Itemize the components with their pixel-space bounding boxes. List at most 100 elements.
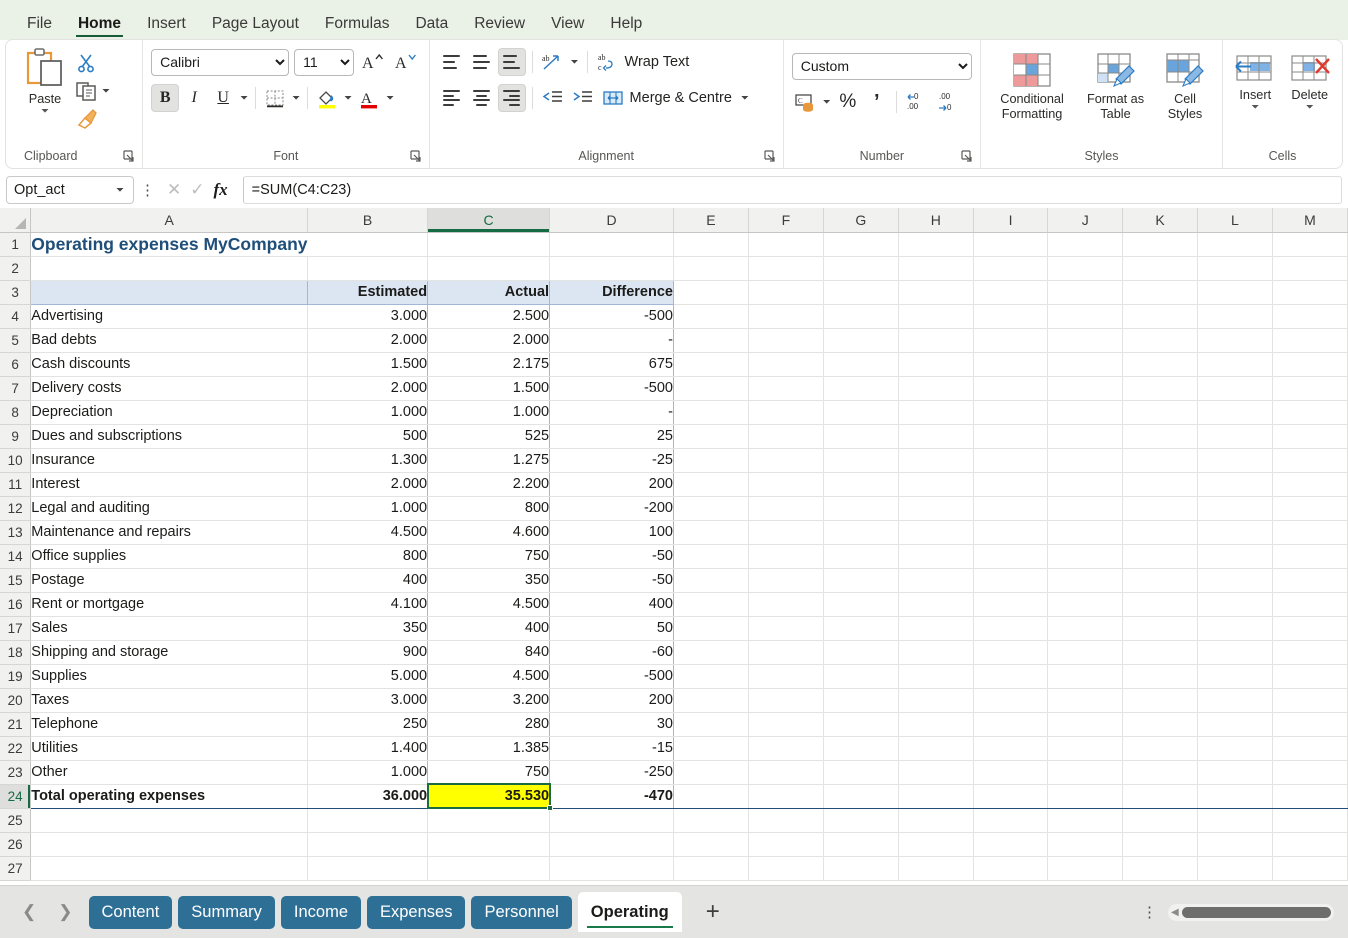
column-header-a[interactable]: A — [30, 208, 308, 233]
cell-G10[interactable] — [823, 448, 899, 473]
cell-A2[interactable] — [30, 256, 308, 281]
sheet-tab-operating[interactable]: Operating — [577, 892, 682, 932]
cell-A27[interactable] — [30, 856, 308, 881]
cell-E27[interactable] — [673, 856, 749, 881]
cell-I20[interactable] — [973, 688, 1049, 713]
cell-D21[interactable]: 30 — [549, 712, 674, 737]
cell-A8[interactable]: Depreciation — [30, 400, 308, 425]
font-dialog-launcher-icon[interactable] — [409, 150, 423, 163]
cell-E12[interactable] — [673, 496, 749, 521]
insert-function-icon[interactable]: fx — [214, 180, 228, 200]
cell-C9[interactable]: 525 — [427, 424, 551, 449]
cell-A16[interactable]: Rent or mortgage — [30, 592, 308, 617]
cell-F13[interactable] — [748, 520, 824, 545]
cell-B22[interactable]: 1.400 — [307, 736, 429, 761]
cell-E23[interactable] — [673, 760, 749, 785]
cell-D12[interactable]: -200 — [549, 496, 674, 521]
cell-B7[interactable]: 2.000 — [307, 376, 429, 401]
cell-H14[interactable] — [898, 544, 974, 569]
merge-centre-button[interactable]: Merge & Centre ⏷ — [599, 82, 755, 115]
cell-A5[interactable]: Bad debts — [30, 328, 308, 353]
cell-B11[interactable]: 2.000 — [307, 472, 429, 497]
cell-M13[interactable] — [1272, 520, 1348, 545]
cell-K9[interactable] — [1122, 424, 1198, 449]
row-header-3[interactable]: 3 — [0, 280, 32, 305]
cell-H3[interactable] — [898, 280, 974, 305]
cell-D9[interactable]: 25 — [549, 424, 674, 449]
cell-E2[interactable] — [673, 256, 749, 281]
cell-D13[interactable]: 100 — [549, 520, 674, 545]
column-header-e[interactable]: E — [673, 208, 749, 233]
cell-F17[interactable] — [748, 616, 824, 641]
cell-G4[interactable] — [823, 304, 899, 329]
cell-I8[interactable] — [973, 400, 1049, 425]
cell-J27[interactable] — [1047, 856, 1124, 881]
cell-F3[interactable] — [748, 280, 824, 305]
cell-B16[interactable]: 4.100 — [307, 592, 429, 617]
cancel-formula-icon[interactable]: ✕ — [167, 180, 181, 200]
cell-A24[interactable]: Total operating expenses — [30, 783, 308, 809]
cell-L11[interactable] — [1197, 472, 1273, 497]
row-header-27[interactable]: 27 — [0, 856, 32, 881]
cell-E16[interactable] — [673, 592, 749, 617]
cell-G26[interactable] — [823, 832, 899, 857]
cell-M14[interactable] — [1272, 544, 1348, 569]
cell-B5[interactable]: 2.000 — [307, 328, 429, 353]
cell-A13[interactable]: Maintenance and repairs — [30, 520, 308, 545]
cell-H16[interactable] — [898, 592, 974, 617]
ribbon-tab-help[interactable]: Help — [597, 15, 655, 41]
cell-C6[interactable]: 2.175 — [427, 352, 551, 377]
cell-K4[interactable] — [1122, 304, 1198, 329]
cell-H2[interactable] — [898, 256, 974, 281]
align-left-button[interactable] — [438, 84, 466, 112]
ribbon-tab-insert[interactable]: Insert — [134, 15, 199, 41]
cell-D23[interactable]: -250 — [549, 760, 674, 785]
row-header-21[interactable]: 21 — [0, 712, 32, 737]
chevron-down-icon[interactable]: ⏷ — [114, 185, 126, 196]
fill-color-button[interactable] — [313, 84, 341, 112]
row-header-8[interactable]: 8 — [0, 400, 32, 425]
cell-F16[interactable] — [748, 592, 824, 617]
cell-D20[interactable]: 200 — [549, 688, 674, 713]
cell-B9[interactable]: 500 — [307, 424, 429, 449]
sheet-tab-content[interactable]: Content — [88, 895, 173, 929]
format-as-table-button[interactable]: Format as Table — [1079, 50, 1152, 121]
cell-B4[interactable]: 3.000 — [307, 304, 429, 329]
cell-A17[interactable]: Sales — [30, 616, 308, 641]
row-header-15[interactable]: 15 — [0, 568, 32, 593]
cell-B17[interactable]: 350 — [307, 616, 429, 641]
row-header-7[interactable]: 7 — [0, 376, 32, 401]
cell-G11[interactable] — [823, 472, 899, 497]
paste-button[interactable]: Paste ⏷ — [14, 46, 76, 117]
cell-E8[interactable] — [673, 400, 749, 425]
cell-C22[interactable]: 1.385 — [427, 736, 551, 761]
number-dialog-launcher-icon[interactable] — [961, 150, 974, 163]
sheet-tab-income[interactable]: Income — [280, 895, 361, 929]
cell-F6[interactable] — [748, 352, 824, 377]
cell-K17[interactable] — [1122, 616, 1198, 641]
comma-style-button[interactable]: ’ — [863, 88, 891, 116]
cell-J26[interactable] — [1047, 832, 1124, 857]
number-format-select[interactable]: Custom — [791, 52, 972, 80]
cell-H12[interactable] — [898, 496, 974, 521]
cell-K1[interactable] — [1122, 232, 1198, 257]
cell-I25[interactable] — [973, 808, 1049, 833]
cell-A9[interactable]: Dues and subscriptions — [30, 424, 308, 449]
increase-decimal-button[interactable]: .00 0 — [935, 88, 967, 116]
column-header-j[interactable]: J — [1047, 208, 1124, 233]
cell-C15[interactable]: 350 — [427, 568, 551, 593]
horizontal-scrollbar[interactable]: ◀ — [1168, 903, 1334, 921]
cell-F4[interactable] — [748, 304, 824, 329]
font-color-button[interactable]: A — [355, 84, 383, 112]
row-header-23[interactable]: 23 — [0, 760, 32, 785]
alignment-dialog-launcher-icon[interactable] — [764, 150, 777, 163]
cell-F14[interactable] — [748, 544, 824, 569]
cell-C23[interactable]: 750 — [427, 760, 551, 785]
ribbon-tab-page-layout[interactable]: Page Layout — [199, 15, 312, 41]
cell-K12[interactable] — [1122, 496, 1198, 521]
cell-D26[interactable] — [549, 832, 674, 857]
cell-G18[interactable] — [823, 640, 899, 665]
cell-M26[interactable] — [1272, 832, 1348, 857]
cell-J14[interactable] — [1047, 544, 1124, 569]
align-center-button[interactable] — [468, 84, 496, 112]
